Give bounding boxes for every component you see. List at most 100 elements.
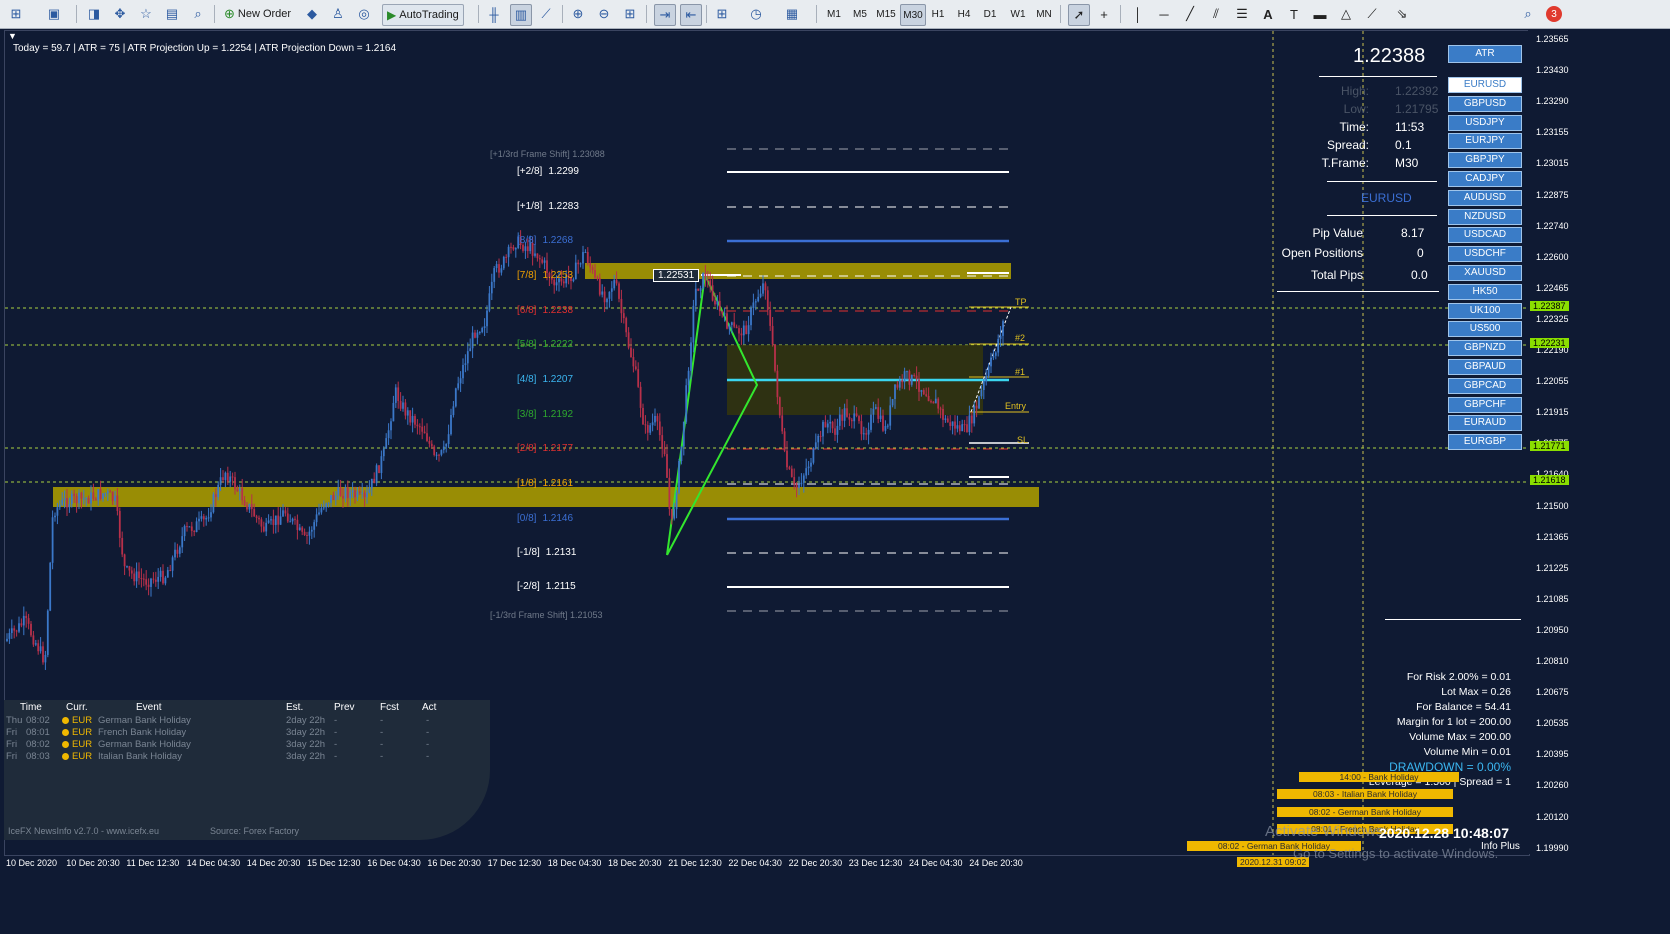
- line-chart-icon[interactable]: ⟋: [536, 4, 556, 24]
- candle-body: [735, 326, 738, 329]
- period-m30-button[interactable]: M30: [900, 4, 926, 26]
- time-axis-label: 24 Dec 04:30: [909, 858, 963, 868]
- support-zone: [53, 487, 1039, 507]
- symbol-button-nzdusd[interactable]: NZDUSD: [1448, 208, 1522, 225]
- candle-body: [747, 325, 750, 335]
- new-order-button[interactable]: ⊕ New Order: [220, 4, 295, 24]
- symbol-button-us500[interactable]: US500: [1448, 321, 1522, 338]
- candle-body: [963, 424, 966, 426]
- profiles-icon[interactable]: ▣: [44, 4, 64, 24]
- symbol-button-eurjpy[interactable]: EURJPY: [1448, 133, 1522, 150]
- candle-body: [32, 635, 35, 645]
- metaeditor-icon[interactable]: ◆: [302, 4, 322, 24]
- candle-body: [135, 571, 138, 582]
- risk-lot-max: Lot Max = 0.26: [1441, 686, 1511, 698]
- candle-body: [630, 347, 632, 358]
- arrows-icon[interactable]: ⇘: [1392, 4, 1412, 24]
- symbol-button-hk50[interactable]: HK50: [1448, 283, 1522, 300]
- candle-body: [927, 395, 930, 402]
- triangle-icon[interactable]: △: [1336, 4, 1356, 24]
- indicators-icon[interactable]: ⊞: [712, 4, 732, 24]
- vertical-line-icon[interactable]: │: [1128, 4, 1148, 24]
- text-label-icon[interactable]: T: [1284, 4, 1304, 24]
- chart-shift-icon[interactable]: ⇤: [680, 4, 702, 26]
- zoom-in-icon[interactable]: ⊕: [568, 4, 588, 24]
- news-cell-est: 3day 22h: [286, 727, 326, 738]
- fibo-fan-icon[interactable]: ⟋: [1362, 4, 1382, 24]
- chart-menu-arrow-icon[interactable]: ▼: [8, 31, 17, 41]
- news-cell-est: 3day 22h: [286, 739, 326, 750]
- period-w1-button[interactable]: W1: [1006, 4, 1030, 24]
- toolbar-separator: [76, 5, 77, 23]
- rectangle-icon[interactable]: ▬: [1310, 4, 1330, 24]
- candle-body: [351, 490, 354, 493]
- crosshair-target-icon[interactable]: ✥: [110, 4, 130, 24]
- signals-icon[interactable]: ♙: [328, 4, 348, 24]
- equidistant-channel-icon[interactable]: ⫽: [1206, 4, 1226, 24]
- symbol-button-gbpjpy[interactable]: GBPJPY: [1448, 152, 1522, 169]
- candle-body: [810, 462, 812, 467]
- candle-body: [961, 424, 964, 432]
- favorites-icon[interactable]: ☆: [136, 4, 156, 24]
- news-cell-prev: -: [334, 739, 338, 750]
- candle-body: [421, 426, 424, 432]
- candle-body: [632, 357, 635, 367]
- period-m1-button[interactable]: M1: [822, 4, 846, 24]
- navigator-icon[interactable]: ▤: [162, 4, 182, 24]
- trendline-icon[interactable]: ╱: [1180, 4, 1200, 24]
- cursor-icon[interactable]: ➚: [1068, 4, 1090, 26]
- candle-body: [814, 442, 817, 449]
- period-m5-button[interactable]: M5: [848, 4, 872, 24]
- period-h1-button[interactable]: H1: [926, 4, 950, 24]
- bar-chart-icon[interactable]: ╫: [484, 4, 504, 24]
- symbol-button-usdcad[interactable]: USDCAD: [1448, 227, 1522, 244]
- symbol-button-eurgbp[interactable]: EURGBP: [1448, 434, 1522, 451]
- symbol-button-eurusd[interactable]: EURUSD: [1448, 77, 1522, 93]
- autoscroll-icon[interactable]: ⇥: [654, 4, 676, 26]
- symbol-button-audusd[interactable]: AUDUSD: [1448, 189, 1522, 206]
- symbol-button-xauusd[interactable]: XAUUSD: [1448, 265, 1522, 281]
- candle-body: [474, 332, 476, 338]
- fibonacci-icon[interactable]: ☰: [1232, 4, 1252, 24]
- templates-icon[interactable]: ▦: [782, 4, 802, 24]
- symbol-button-gbpchf[interactable]: GBPCHF: [1448, 396, 1522, 413]
- candle-body: [666, 454, 668, 478]
- symbol-button-uk100[interactable]: UK100: [1448, 302, 1522, 319]
- symbol-button-gbpnzd[interactable]: GBPNZD: [1448, 340, 1522, 357]
- text-tool-icon[interactable]: A: [1258, 4, 1278, 24]
- horizontal-line-icon[interactable]: ─: [1154, 4, 1174, 24]
- period-h4-button[interactable]: H4: [952, 4, 976, 24]
- candlestick-chart-icon[interactable]: ▥: [510, 4, 532, 26]
- period-d1-button[interactable]: D1: [978, 4, 1002, 24]
- candle-body: [414, 416, 416, 425]
- market-icon[interactable]: ◎: [354, 4, 374, 24]
- candle-body: [999, 335, 1002, 339]
- candle-body: [709, 280, 712, 286]
- symbol-button-euraud[interactable]: EURAUD: [1448, 415, 1522, 432]
- zoom-out-icon[interactable]: ⊖: [594, 4, 614, 24]
- symbol-button-gbpcad[interactable]: GBPCAD: [1448, 377, 1522, 394]
- atr-button[interactable]: ATR: [1448, 45, 1522, 63]
- entry-label: Entry: [1005, 401, 1027, 411]
- search-icon[interactable]: ⌕: [1518, 4, 1538, 24]
- candle-body: [306, 534, 308, 536]
- news-footer-left: IceFX NewsInfo v2.7.0 - www.icefx.eu: [8, 826, 160, 836]
- symbol-button-gbpaud[interactable]: GBPAUD: [1448, 359, 1522, 375]
- periods-clock-icon[interactable]: ◷: [746, 4, 766, 24]
- tile-windows-icon[interactable]: ⊞: [620, 4, 640, 24]
- candle-body: [613, 280, 616, 289]
- crosshair-icon[interactable]: +: [1094, 4, 1114, 24]
- new-chart-icon[interactable]: ⊞: [6, 4, 26, 24]
- alert-badge[interactable]: 3: [1546, 6, 1562, 22]
- period-mn-button[interactable]: MN: [1032, 4, 1056, 24]
- symbol-button-gbpusd[interactable]: GBPUSD: [1448, 95, 1522, 112]
- period-m15-button[interactable]: M15: [874, 4, 898, 24]
- market-watch-icon[interactable]: ◨: [84, 4, 104, 24]
- symbol-button-usdjpy[interactable]: USDJPY: [1448, 114, 1522, 131]
- candle-body: [423, 431, 426, 434]
- strategy-tester-icon[interactable]: ⌕: [188, 4, 208, 24]
- autotrading-button[interactable]: ▶ AutoTrading: [382, 4, 464, 26]
- symbol-button-cadjpy[interactable]: CADJPY: [1448, 171, 1522, 187]
- candle-body: [618, 283, 620, 299]
- symbol-button-usdchf[interactable]: USDCHF: [1448, 246, 1522, 263]
